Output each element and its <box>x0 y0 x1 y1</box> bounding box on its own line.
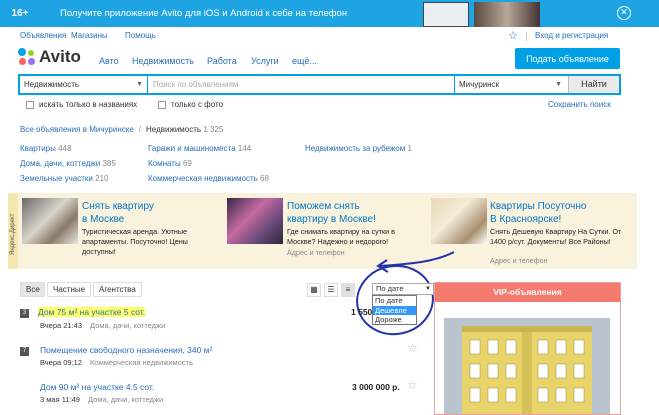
ad-title[interactable]: Поможем снять квартиру в Москве! <box>287 200 376 226</box>
sort-option-selected[interactable]: Дешевле <box>373 305 416 315</box>
promo-phone-image <box>423 2 469 27</box>
search-bar: Недвижимость ▼ Поиск по объявлениям Мичу… <box>18 74 621 95</box>
listing-meta: Вчера 09:12 Коммерческая недвижимость <box>40 358 193 367</box>
list-view-icon[interactable]: ☰ <box>324 283 338 297</box>
category-link[interactable]: Гаражи и машиноместа 144 <box>148 144 251 153</box>
category-link[interactable]: Комнаты 69 <box>148 159 192 168</box>
ad-image[interactable] <box>431 198 487 244</box>
ad-image[interactable] <box>22 198 78 244</box>
ad-text: Туристическая аренда. Уютные апартаменты… <box>82 227 188 256</box>
city-value: Мичуринск <box>459 80 500 89</box>
breadcrumb: Все объявления в Мичуринске / Недвижимость… <box>20 125 223 134</box>
photo-count-icon: 3 <box>20 309 29 318</box>
checkbox-box[interactable] <box>158 100 166 109</box>
photo-only-checkbox[interactable]: только с фото <box>158 100 223 109</box>
logo-dots-icon <box>18 48 36 66</box>
building-photo <box>444 318 610 414</box>
gallery-view-icon[interactable]: ≡ <box>341 283 355 297</box>
category-link[interactable]: Коммерческая недвижимость 68 <box>148 174 269 183</box>
titles-only-checkbox[interactable]: искать только в названиях <box>26 100 137 109</box>
breadcrumb-separator: / <box>138 125 142 134</box>
tab-private[interactable]: Частные <box>47 282 91 297</box>
breadcrumb-current: Недвижимость <box>146 125 202 134</box>
ad-title[interactable]: Квартиры Посуточно В Красноярске! <box>490 200 586 226</box>
photo-count-icon: 7 <box>20 347 29 356</box>
titles-only-label: искать только в названиях <box>39 100 138 109</box>
sort-select[interactable]: По дате ▼ <box>372 283 434 295</box>
category-link[interactable]: Земельные участки 210 <box>20 174 108 183</box>
favorite-star-icon[interactable]: ☆ <box>407 341 418 355</box>
ad-address-link[interactable]: Адрес и телефон <box>287 248 345 257</box>
post-ad-button[interactable]: Подать объявление <box>515 48 620 69</box>
breadcrumb-count: 1 325 <box>203 125 224 134</box>
tab-all[interactable]: Все <box>20 282 45 297</box>
tab-agencies[interactable]: Агентства <box>93 282 142 297</box>
checkbox-box[interactable] <box>26 100 34 109</box>
search-input[interactable]: Поиск по объявлениям <box>149 76 454 93</box>
sort-value: По дате <box>376 284 404 293</box>
ad-image[interactable] <box>227 198 283 244</box>
chevron-down-icon: ▼ <box>425 286 431 292</box>
logo-text: Avito <box>39 47 81 66</box>
listing-price: 1 550 <box>351 307 373 317</box>
grid-view-icon[interactable]: ▦ <box>307 283 321 297</box>
category-value: Недвижимость <box>24 80 80 89</box>
listing-title[interactable]: Помещение свободного назначения, 340 м² <box>40 345 212 355</box>
find-button[interactable]: Найти <box>568 76 619 93</box>
ad-title[interactable]: Снять квартиру в Москве <box>82 200 154 226</box>
login-link[interactable]: Вход и регистрация <box>535 31 608 40</box>
nav-auto[interactable]: Авто <box>99 56 119 66</box>
city-select[interactable]: Мичуринск ▼ <box>454 76 566 93</box>
avito-logo[interactable]: Avito <box>18 47 81 67</box>
header-link-shops[interactable]: Магазины <box>71 31 108 40</box>
photo-only-label: только с фото <box>171 100 224 109</box>
category-select[interactable]: Недвижимость ▼ <box>20 76 148 93</box>
nav-jobs[interactable]: Работа <box>207 56 237 66</box>
listing-meta: 3 мая 11:49 Дома, дачи, коттеджи <box>40 395 164 404</box>
vip-header: VIP-объявления <box>435 283 620 302</box>
promo-text[interactable]: Получите приложение Avito для iOS и Andr… <box>60 8 347 19</box>
chevron-down-icon: ▼ <box>555 81 562 88</box>
nav-more[interactable]: ещё... <box>292 56 317 66</box>
vip-ads-panel: VIP-объявления <box>434 282 621 415</box>
listing-title[interactable]: Дом 90 м² на участке 4.5 сот. <box>40 382 154 392</box>
header-divider <box>526 32 527 41</box>
listing-meta: Вчера 21:43 Дома, дачи, коттеджи <box>40 321 166 330</box>
favorite-star-icon[interactable]: ☆ <box>407 378 418 392</box>
nav-realty[interactable]: Недвижимость <box>132 56 194 66</box>
close-icon[interactable]: ✕ <box>617 6 631 20</box>
age-badge: 16+ <box>11 8 29 19</box>
listing-title[interactable]: Дом 75 м² на участке 5 сот. <box>38 307 146 317</box>
annotation-arrow-line <box>379 251 455 267</box>
ad-text: Снять Дешевую Квартиру На Сутки. От 1400… <box>490 227 622 246</box>
chevron-down-icon: ▼ <box>136 81 143 88</box>
breadcrumb-root[interactable]: Все объявления в Мичуринске <box>20 125 134 134</box>
sort-option[interactable]: Дороже <box>373 315 416 325</box>
sort-option[interactable]: По дате <box>373 296 416 306</box>
category-link[interactable]: Недвижимость за рубежом 1 <box>305 144 412 153</box>
listing-price: 3 000 000 р. <box>352 382 400 392</box>
promo-photo <box>474 2 540 27</box>
sort-dropdown: По дате Дешевле Дороже <box>372 295 417 325</box>
nav-services[interactable]: Услуги <box>251 56 279 66</box>
ad-text: Где снимать квартиру на сутки в Москве? … <box>287 227 395 246</box>
app-promo-bar[interactable]: 16+ Получите приложение Avito для iOS и … <box>0 0 659 27</box>
header-link-help[interactable]: Помощь <box>125 31 156 40</box>
header-link-ads[interactable]: Объявления <box>20 31 66 40</box>
favorites-star-icon[interactable]: ☆ <box>508 29 518 42</box>
category-link[interactable]: Дома, дачи, коттеджи 385 <box>20 159 116 168</box>
vip-ad-image[interactable] <box>444 318 610 414</box>
yandex-direct-label: Яндекс.Директ <box>8 193 18 269</box>
ad-address-link[interactable]: Адрес и телефон <box>490 256 548 265</box>
save-search-link[interactable]: Сохранить поиск <box>548 100 611 109</box>
category-link[interactable]: Квартиры 448 <box>20 144 71 153</box>
